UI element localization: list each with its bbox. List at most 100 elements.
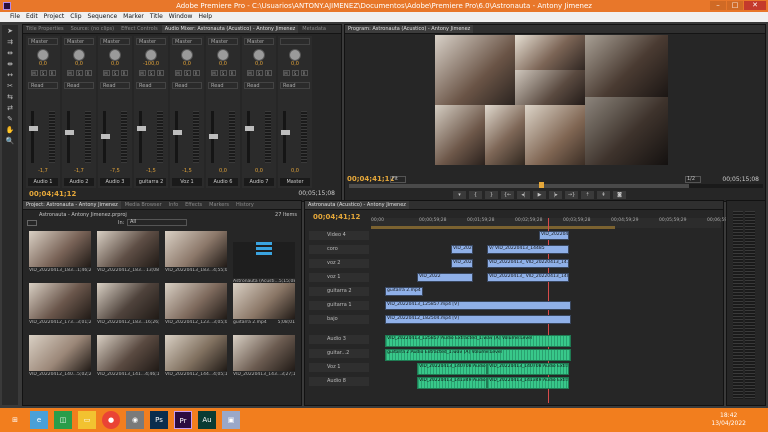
solo-button[interactable]: S [39, 70, 47, 76]
record-button[interactable]: R [228, 70, 236, 76]
selection-tool-icon[interactable]: ➤ [5, 27, 15, 36]
explorer-window-icon[interactable]: ▣ [222, 411, 240, 429]
project-media-item[interactable]: VID_20220413_183...4;55;03 [165, 231, 227, 276]
track-header[interactable]: Voz 1 [309, 363, 369, 372]
project-media-item[interactable]: VID_20220412_123...3;05;05 [165, 283, 227, 328]
automation-mode-dropdown[interactable]: Read [208, 82, 238, 89]
project-media-item[interactable]: VID_20220412_140...5;02;28 [29, 335, 91, 380]
photoshop-icon[interactable]: Ps [150, 411, 168, 429]
pen-tool-icon[interactable]: ✎ [5, 115, 15, 124]
program-fit-dropdown[interactable]: Fit [390, 176, 406, 183]
volume-db-value[interactable]: 0,0 [242, 168, 276, 174]
work-area-bar[interactable] [371, 226, 615, 229]
video-clip[interactable]: V/ VID_20220413_14485 [487, 245, 569, 254]
channel-output-dropdown[interactable]: Master [208, 38, 238, 45]
solo-button[interactable]: S [255, 70, 263, 76]
track-header[interactable]: Audio 8 [309, 377, 369, 386]
go-to-out-button[interactable]: →} [565, 191, 578, 199]
volume-db-value[interactable]: 0,0 [278, 168, 312, 174]
play-button[interactable]: ▶ [533, 191, 546, 199]
project-media-item[interactable]: VID_20220412_173...3;01;20 [29, 283, 91, 328]
menu-help[interactable]: Help [198, 12, 212, 22]
volume-fader-handle[interactable] [173, 130, 182, 135]
program-timecode-current[interactable]: 00;04;41;12 [347, 175, 394, 183]
volume-db-value[interactable]: -1,7 [62, 168, 96, 174]
video-clip[interactable]: VID_20220413_ VID_20220413_140708.m [487, 273, 569, 282]
tab-project[interactable]: Project: Astronauta - Antony Jimenez [23, 201, 121, 209]
folder-icon[interactable]: ▭ [78, 411, 96, 429]
video-clip[interactable]: VID_20220413_125857.mp4 [V] [385, 301, 571, 310]
channel-output-dropdown[interactable] [280, 38, 310, 45]
video-clip[interactable]: VID_20220412_182504.mp4 [V] [385, 315, 571, 324]
track-header[interactable]: voz 2 [309, 259, 369, 268]
video-clip[interactable]: VID_2022 [451, 259, 473, 268]
maximize-button[interactable]: □ [727, 1, 743, 10]
automation-mode-dropdown[interactable]: Read [136, 82, 166, 89]
record-button[interactable]: R [264, 70, 272, 76]
timeline-ruler[interactable]: 00;00 00;00;59;28 00;01;59;28 00;02;59;28 00… [371, 218, 734, 229]
menu-title[interactable]: Title [150, 12, 163, 22]
channel-output-dropdown[interactable]: Master [136, 38, 166, 45]
minimize-button[interactable]: – [710, 1, 726, 10]
channel-output-dropdown[interactable]: Master [244, 38, 274, 45]
volume-fader-handle[interactable] [101, 134, 110, 139]
mute-button[interactable]: M [282, 70, 290, 76]
project-media-item[interactable]: guitarra 2.mp4 5;08;01 [233, 283, 295, 328]
track-header[interactable]: bajo [309, 315, 369, 324]
project-media-item[interactable]: VID_20220412_183...16;26;02 [97, 283, 159, 328]
volume-fader-handle[interactable] [281, 130, 290, 135]
audio-clip[interactable]: VID_20220413_141349 Audio Extracte [487, 377, 569, 389]
track-header[interactable]: coro [309, 245, 369, 254]
app-icon[interactable]: ◉ [126, 411, 144, 429]
channel-output-dropdown[interactable]: Master [64, 38, 94, 45]
solo-button[interactable]: S [219, 70, 227, 76]
pan-knob[interactable] [73, 49, 85, 61]
solo-button[interactable]: S [147, 70, 155, 76]
mark-in-button[interactable]: { [469, 191, 482, 199]
track-header[interactable]: voz 1 [309, 273, 369, 282]
step-forward-button[interactable]: |▸ [549, 191, 562, 199]
project-media-item[interactable]: VID_20220413_183...1;46;29 [29, 231, 91, 276]
volume-db-value[interactable]: -1,5 [134, 168, 168, 174]
export-frame-button[interactable]: ◙ [613, 191, 626, 199]
mute-button[interactable]: M [174, 70, 182, 76]
solo-button[interactable]: S [111, 70, 119, 76]
pan-value[interactable]: 0,0 [62, 61, 96, 67]
menu-marker[interactable]: Marker [123, 12, 144, 22]
pan-knob[interactable] [181, 49, 193, 61]
menu-edit[interactable]: Edit [26, 12, 38, 22]
track-header[interactable]: guitarra 1 [309, 301, 369, 310]
lift-button[interactable]: ⇡ [581, 191, 594, 199]
rate-stretch-tool-icon[interactable]: ↔ [5, 71, 15, 80]
program-scrubber[interactable] [349, 182, 763, 188]
menu-sequence[interactable]: Sequence [88, 12, 118, 22]
tab-effects[interactable]: Effects [182, 201, 205, 209]
mute-button[interactable]: M [30, 70, 38, 76]
tab-sequence[interactable]: Astronauta (Acustico) - Antony Jimenez [305, 201, 409, 209]
pan-value[interactable]: 0,0 [278, 61, 312, 67]
pan-value[interactable]: 0,0 [242, 61, 276, 67]
volume-db-value[interactable]: 0,0 [206, 168, 240, 174]
mute-button[interactable]: M [138, 70, 146, 76]
solo-button[interactable]: S [291, 70, 299, 76]
video-clip[interactable]: VID_2022 [417, 273, 473, 282]
tab-program[interactable]: Program: Astronauta (Acustico) - Antony … [345, 25, 474, 33]
mixer-timecode-current[interactable]: 00;04;41;12 [29, 190, 76, 198]
in-filter-dropdown[interactable]: All [127, 219, 187, 226]
mute-button[interactable]: M [246, 70, 254, 76]
pan-knob[interactable] [289, 49, 301, 61]
channel-output-dropdown[interactable]: Master [172, 38, 202, 45]
pan-value[interactable]: 0,0 [170, 61, 204, 67]
video-clip[interactable]: guitarra 2.mp4 [V] [385, 287, 423, 296]
pan-knob[interactable] [253, 49, 265, 61]
rolling-edit-tool-icon[interactable]: ⇼ [5, 60, 15, 69]
audio-clip[interactable]: VID_20220413_140708 Audio Extracte [487, 363, 569, 375]
automation-mode-dropdown[interactable]: Read [28, 82, 58, 89]
ripple-edit-tool-icon[interactable]: ⇹ [5, 49, 15, 58]
tab-source[interactable]: Source: (no clips) [68, 25, 117, 33]
pan-value[interactable]: 0,0 [98, 61, 132, 67]
volume-fader-handle[interactable] [29, 126, 38, 131]
automation-mode-dropdown[interactable]: Read [244, 82, 274, 89]
record-button[interactable]: R [120, 70, 128, 76]
record-button[interactable]: R [192, 70, 200, 76]
